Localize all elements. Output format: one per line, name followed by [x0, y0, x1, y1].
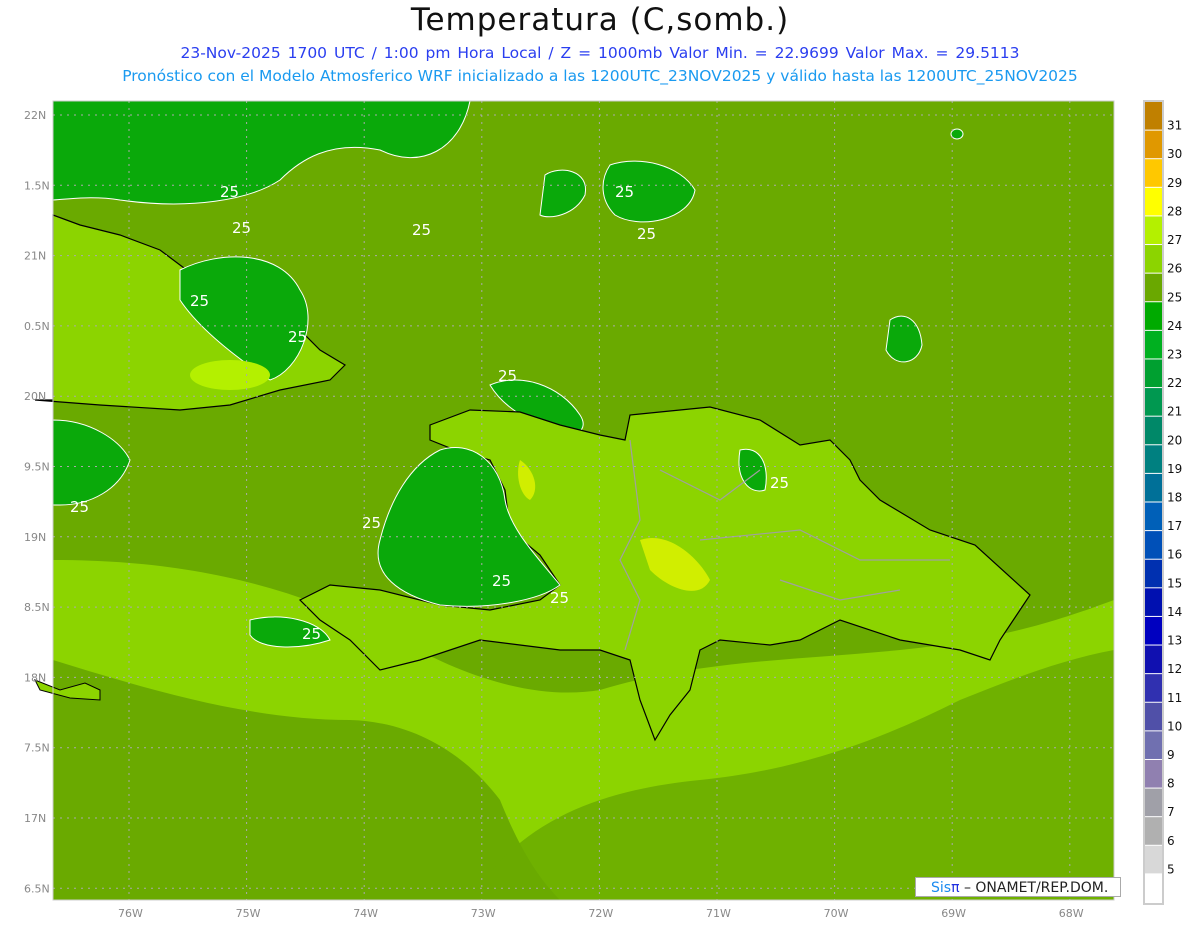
lat-label: 0.5N: [24, 320, 50, 333]
lat-label: 18N: [24, 671, 46, 684]
lon-label: 68W: [1059, 907, 1084, 920]
colorbar-label: 6: [1167, 834, 1175, 848]
colorbar-label: 19: [1167, 462, 1182, 476]
colorbar-swatch: [1145, 159, 1162, 187]
contour-label: 25: [70, 498, 89, 516]
colorbar-label: 15: [1167, 576, 1182, 590]
contour-label: 25: [190, 292, 209, 310]
colorbar-label: 5: [1167, 862, 1175, 876]
colorbar-swatch: [1145, 531, 1162, 559]
lat-label: 6.5N: [24, 882, 50, 895]
colorbar-swatch: [1145, 216, 1162, 245]
lon-label: 73W: [471, 907, 496, 920]
colorbar-label: 9: [1167, 748, 1175, 762]
contour-label: 25: [412, 221, 431, 239]
colorbar-swatch: [1145, 588, 1162, 616]
credit-box: Sisπ – ONAMET/REP.DOM.: [915, 877, 1121, 897]
lat-label: 20N: [24, 390, 46, 403]
brand-pi: π: [951, 880, 960, 896]
colorbar-label: 13: [1167, 634, 1182, 648]
lon-label: 75W: [236, 907, 261, 920]
colorbar-swatch: [1145, 817, 1162, 845]
colorbar-label: 23: [1167, 347, 1182, 361]
lat-label: 9.5N: [24, 461, 50, 474]
colorbar-label: 26: [1167, 262, 1182, 276]
credit-text: – ONAMET/REP.DOM.: [959, 880, 1109, 896]
colorbar-swatch: [1145, 130, 1162, 159]
contour-label: 25: [302, 625, 321, 643]
colorbar-swatch: [1145, 416, 1162, 445]
colorbar-swatch: [1145, 874, 1162, 902]
colorbar-swatch: [1145, 559, 1162, 588]
colorbar-swatch: [1145, 502, 1162, 531]
contour-label: 25: [615, 183, 634, 201]
colorbar-swatch: [1145, 330, 1162, 359]
lat-label: 19N: [24, 531, 46, 544]
warm-spot-cuba: [190, 360, 270, 390]
lon-label: 72W: [588, 907, 613, 920]
colorbar-swatch: [1145, 702, 1162, 731]
cool-spot-small: [950, 128, 964, 140]
colorbar-label: 12: [1167, 662, 1182, 676]
colorbar-label: 28: [1167, 204, 1182, 218]
lat-label: 22N: [24, 109, 46, 122]
lon-label: 69W: [941, 907, 966, 920]
colorbar-swatch: [1145, 302, 1162, 330]
colorbar-swatch: [1145, 731, 1162, 759]
colorbar-swatch: [1145, 473, 1162, 502]
lon-label: 74W: [353, 907, 378, 920]
colorbar-label: 27: [1167, 233, 1182, 247]
colorbar-label: 7: [1167, 805, 1175, 819]
colorbar-label: 24: [1167, 319, 1182, 333]
colorbar-swatch: [1145, 759, 1162, 788]
contour-label: 25: [232, 219, 251, 237]
colorbar-label: 17: [1167, 519, 1182, 533]
colorbar-swatch: [1145, 445, 1162, 473]
colorbar-swatch: [1145, 245, 1162, 273]
lon-label: 70W: [824, 907, 849, 920]
brand-sis: Sis: [931, 880, 952, 896]
colorbar-swatch: [1145, 102, 1162, 130]
colorbar-label: 21: [1167, 405, 1182, 419]
colorbar-swatch: [1145, 674, 1162, 702]
lat-label: 7.5N: [24, 742, 50, 755]
colorbar-label: 30: [1167, 147, 1182, 161]
colorbar-swatch: [1145, 359, 1162, 388]
lon-label: 71W: [706, 907, 731, 920]
colorbar-label: 8: [1167, 777, 1175, 791]
colorbar-swatch: [1145, 788, 1162, 817]
contour-label: 25: [492, 572, 511, 590]
colorbar-label: 22: [1167, 376, 1182, 390]
temperature-map: 22N 1.5N 21N 0.5N 20N 9.5N 19N 8.5N 18N 7.5N 17N 6.…: [24, 100, 1182, 920]
contour-label: 25: [220, 183, 239, 201]
contour-label: 25: [498, 367, 517, 385]
contour-label: 25: [362, 514, 381, 532]
contour-label: 25: [550, 589, 569, 607]
colorbar-swatch: [1145, 388, 1162, 416]
colorbar-swatch: [1145, 616, 1162, 645]
lon-label: 76W: [118, 907, 143, 920]
colorbar-label: 10: [1167, 719, 1182, 733]
colorbar-label: 11: [1167, 691, 1182, 705]
lat-label: 1.5N: [24, 179, 50, 192]
lat-label: 8.5N: [24, 601, 50, 614]
colorbar-label: 18: [1167, 491, 1182, 505]
colorbar-swatch: [1145, 187, 1162, 216]
colorbar-label: 25: [1167, 290, 1182, 304]
colorbar-label: 14: [1167, 605, 1182, 619]
colorbar-swatch: [1145, 845, 1162, 874]
contour-label: 25: [770, 474, 789, 492]
colorbar-label: 31: [1167, 119, 1182, 133]
colorbar-swatch: [1145, 645, 1162, 674]
lat-label: 17N: [24, 812, 46, 825]
colorbar-label: 20: [1167, 433, 1182, 447]
colorbar: 31 30 29 28 27 26 25 24 23 22 21 20 19 18 17 16 15 14 13 12…: [1143, 100, 1182, 905]
colorbar-label: 29: [1167, 176, 1182, 190]
contour-label: 25: [637, 225, 656, 243]
colorbar-swatch: [1145, 273, 1162, 302]
lat-label: 21N: [24, 250, 46, 263]
colorbar-label: 16: [1167, 548, 1182, 562]
contour-label: 25: [288, 328, 307, 346]
